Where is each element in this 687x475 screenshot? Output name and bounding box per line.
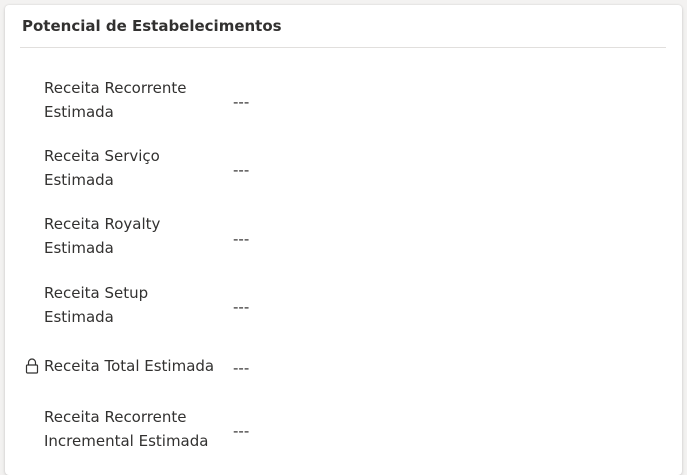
field-label: Receita Serviço Estimada <box>44 147 160 189</box>
field-label: Receita Recorrente Incremental Estimada <box>44 408 209 450</box>
lock-icon <box>25 358 39 374</box>
section-header: Potencial de Estabelecimentos <box>20 5 666 48</box>
field-value[interactable]: --- <box>233 93 249 111</box>
section-title: Potencial de Estabelecimentos <box>22 17 282 35</box>
field-label: Receita Total Estimada <box>44 357 215 375</box>
field-label: Receita Recorrente Estimada <box>44 79 187 121</box>
section-card: Potencial de Estabelecimentos Receita Re… <box>5 5 682 475</box>
field-value[interactable]: --- <box>233 359 249 377</box>
field-label: Receita Setup Estimada <box>44 284 149 326</box>
field-label: Receita Royalty Estimada <box>44 215 161 257</box>
field-value[interactable]: --- <box>233 298 249 316</box>
field-value[interactable]: --- <box>233 422 249 440</box>
field-value[interactable]: --- <box>233 161 249 179</box>
field-value[interactable]: --- <box>233 230 249 248</box>
